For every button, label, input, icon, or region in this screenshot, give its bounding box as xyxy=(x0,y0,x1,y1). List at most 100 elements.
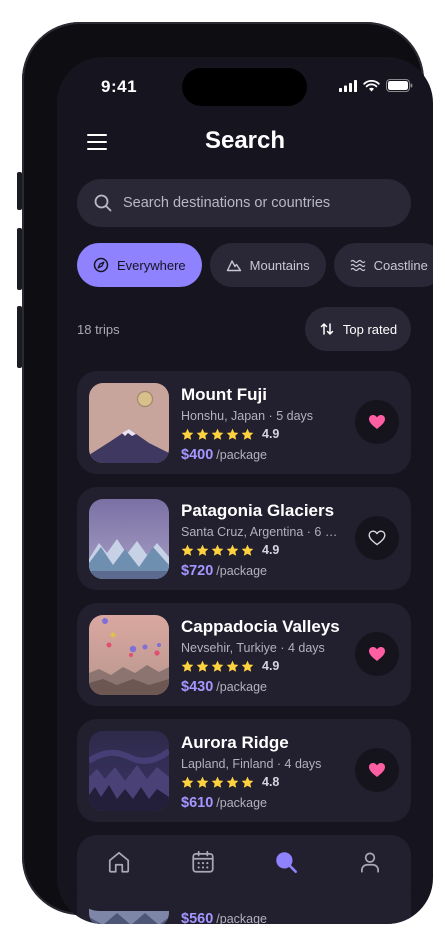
star-icon xyxy=(196,428,209,440)
trip-card[interactable]: Mount Fuji Honshu, Japan · 5 days 4.9 $4… xyxy=(77,371,411,474)
mountain-icon xyxy=(226,260,241,272)
heart-outline-icon xyxy=(368,530,386,546)
star-icon xyxy=(241,544,254,556)
bottom-nav xyxy=(77,835,411,911)
search-input[interactable] xyxy=(121,194,385,212)
search-bar[interactable] xyxy=(77,179,411,227)
star-icon xyxy=(181,544,194,556)
star-icon xyxy=(241,776,254,788)
trip-title: Cappadocia Valleys xyxy=(181,617,340,636)
favorite-button[interactable] xyxy=(355,632,399,676)
rating-value: 4.8 xyxy=(262,775,280,789)
trip-thumbnail xyxy=(89,731,169,811)
trip-rating: 4.8 xyxy=(181,775,279,789)
trip-rating: 4.9 xyxy=(181,427,279,441)
filter-chip-mountains[interactable]: Mountains xyxy=(209,243,326,287)
rating-value: 4.9 xyxy=(262,543,280,557)
trip-price: $720/package xyxy=(181,563,267,579)
filter-chip-label: Coastline xyxy=(373,257,428,273)
trip-price: $400/package xyxy=(181,447,267,463)
filter-chip-coastline[interactable]: Coastline xyxy=(333,243,433,287)
price-unit: /package xyxy=(216,912,267,924)
nav-profile[interactable] xyxy=(357,849,383,875)
profile-icon xyxy=(361,852,379,873)
star-icon xyxy=(196,544,209,556)
star-icon xyxy=(181,776,194,788)
favorite-button[interactable] xyxy=(355,400,399,444)
waves-icon xyxy=(350,259,366,272)
filter-chip-everywhere[interactable]: Everywhere xyxy=(77,243,202,287)
trip-rating: 4.9 xyxy=(181,543,279,557)
trip-title: Patagonia Glaciers xyxy=(181,501,335,520)
trip-rating: 4.9 xyxy=(181,659,279,673)
trip-price: $560/package xyxy=(181,911,267,924)
compass-icon xyxy=(93,257,109,273)
trip-title: Mount Fuji xyxy=(181,385,267,404)
sort-label: Top rated xyxy=(342,321,398,337)
star-icon xyxy=(196,660,209,672)
star-icon xyxy=(226,544,239,556)
trip-thumbnail xyxy=(89,383,169,463)
trip-card[interactable]: Aurora Ridge Lapland, Finland · 4 days 4… xyxy=(77,719,411,822)
trip-price: $610/package xyxy=(181,795,267,811)
filter-chip-label: Mountains xyxy=(249,257,310,273)
nav-search[interactable] xyxy=(273,849,299,875)
wifi-icon xyxy=(363,79,380,91)
star-icon xyxy=(226,776,239,788)
price-unit: /package xyxy=(216,680,267,694)
results-count: 18 trips xyxy=(77,322,120,337)
battery-icon xyxy=(386,79,413,92)
trip-subtitle: Santa Cruz, Argentina · 6 days xyxy=(181,525,341,539)
phone-frame: 9:41 Search Everywhere Mountains xyxy=(22,22,433,924)
price-amount: $560 xyxy=(181,911,214,924)
trip-subtitle: Lapland, Finland · 4 days xyxy=(181,757,322,771)
trip-card[interactable]: Patagonia Glaciers Santa Cruz, Argentina… xyxy=(77,487,411,590)
filter-chips: Everywhere Mountains Coastline xyxy=(77,243,433,287)
star-icon xyxy=(211,428,224,440)
page-title: Search xyxy=(204,127,286,154)
search-icon xyxy=(276,852,298,874)
favorite-button[interactable] xyxy=(355,516,399,560)
price-unit: /package xyxy=(216,796,267,810)
calendar-icon xyxy=(192,850,214,873)
price-amount: $430 xyxy=(181,679,214,695)
star-icon xyxy=(241,660,254,672)
favorite-button[interactable] xyxy=(355,748,399,792)
nav-home[interactable] xyxy=(106,849,132,875)
star-icon xyxy=(181,660,194,672)
star-icon xyxy=(181,428,194,440)
star-icon xyxy=(226,660,239,672)
filter-chip-label: Everywhere xyxy=(117,257,186,273)
heart-filled-icon xyxy=(369,415,385,429)
price-amount: $610 xyxy=(181,795,214,811)
star-icon xyxy=(211,660,224,672)
star-icon xyxy=(226,428,239,440)
star-icon xyxy=(211,776,224,788)
nav-calendar[interactable] xyxy=(190,849,216,875)
sort-arrows-icon xyxy=(320,323,334,335)
dynamic-island xyxy=(182,68,307,106)
heart-filled-icon xyxy=(369,647,385,661)
price-unit: /package xyxy=(216,448,267,462)
status-time: 9:41 xyxy=(101,77,138,96)
search-icon xyxy=(94,194,112,212)
app-screen: 9:41 Search Everywhere Mountains xyxy=(57,57,433,924)
price-amount: $400 xyxy=(181,447,214,463)
trip-price: $430/package xyxy=(181,679,267,695)
heart-filled-icon xyxy=(369,763,385,777)
trip-thumbnail xyxy=(89,499,169,579)
trip-card[interactable]: Cappadocia Valleys Nevsehir, Turkiye · 4… xyxy=(77,603,411,706)
star-icon xyxy=(196,776,209,788)
sort-button[interactable]: Top rated xyxy=(305,307,411,351)
rating-value: 4.9 xyxy=(262,659,280,673)
star-icon xyxy=(211,544,224,556)
cellular-signal-icon xyxy=(339,79,357,92)
price-amount: $720 xyxy=(181,563,214,579)
home-icon xyxy=(108,851,130,873)
rating-value: 4.9 xyxy=(262,427,280,441)
trip-title: Aurora Ridge xyxy=(181,733,289,752)
trip-subtitle: Honshu, Japan · 5 days xyxy=(181,409,314,423)
trip-subtitle: Nevsehir, Turkiye · 4 days xyxy=(181,641,325,655)
price-unit: /package xyxy=(216,564,267,578)
trip-thumbnail xyxy=(89,615,169,695)
